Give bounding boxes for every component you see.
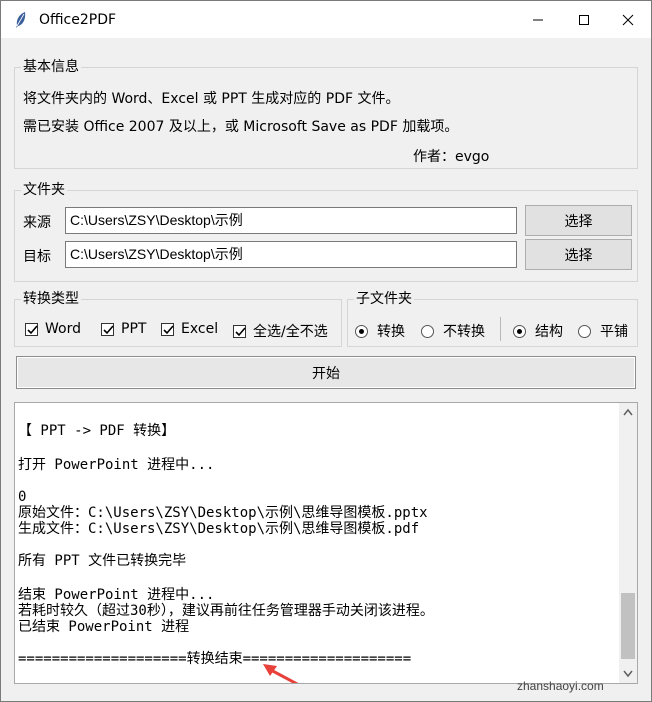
radio-indicator[interactable] (578, 324, 591, 338)
checkbox-box[interactable] (233, 324, 246, 338)
word-checkbox-label: Word (45, 321, 81, 337)
window-title: Office2PDF (39, 11, 117, 28)
log-line: 已结束 PowerPoint 进程 (18, 619, 190, 635)
select-all-checkbox[interactable]: 全选/全不选 (233, 321, 328, 341)
red-arrow-annotation (263, 664, 299, 683)
info-requirement-line: 需已安装 Office 2007 及以上，或 Microsoft Save as… (23, 119, 459, 135)
maximize-button[interactable] (561, 1, 607, 38)
radio-indicator[interactable] (421, 324, 434, 338)
target-browse-button[interactable]: 选择 (525, 239, 632, 270)
feather-icon (16, 11, 26, 28)
radio-indicator[interactable] (355, 324, 368, 338)
checkbox-box[interactable] (101, 322, 114, 336)
subfolder-convert-label: 转换 (377, 324, 405, 340)
subfolder-legend: 子文件夹 (356, 291, 412, 307)
excel-checkbox-label: Excel (181, 321, 219, 337)
checkmark-icon (235, 326, 246, 336)
convert-type-legend: 转换类型 (23, 291, 79, 307)
target-label: 目标 (23, 249, 51, 265)
log-text: 【 PPT -> PDF 转换】 打开 PowerPoint 进程中... 0 … (18, 403, 618, 667)
source-path-input[interactable]: C:\Users\ZSY\Desktop\示例 (65, 207, 517, 234)
layout-structure-radio[interactable]: 结构 (513, 321, 563, 341)
chevron-down-icon (623, 670, 633, 678)
log-output[interactable]: 【 PPT -> PDF 转换】 打开 PowerPoint 进程中... 0 … (14, 402, 638, 684)
log-line: ====================转换结束================… (18, 651, 412, 667)
checkmark-icon (163, 324, 174, 334)
maximize-icon (579, 14, 589, 25)
log-line: 所有 PPT 文件已转换完毕 (18, 553, 187, 569)
ppt-checkbox[interactable]: PPT (101, 321, 146, 337)
close-button[interactable] (605, 1, 651, 38)
checkmark-icon (103, 324, 114, 334)
log-line: 0 (18, 489, 27, 505)
log-line: 若耗时较久（超过30秒），建议再前往任务管理器手动关闭该进程。 (18, 603, 434, 619)
scroll-thumb[interactable] (621, 593, 635, 659)
watermark: zhanshaoyi.com (517, 679, 604, 693)
author-label: 作者：evgo (413, 149, 490, 165)
minimize-button[interactable] (515, 1, 561, 38)
scroll-up-button[interactable] (619, 403, 637, 421)
checkbox-box[interactable] (25, 322, 38, 336)
word-checkbox[interactable]: Word (25, 321, 81, 337)
layout-structure-label: 结构 (535, 324, 563, 340)
excel-checkbox[interactable]: Excel (161, 321, 218, 337)
subfolder-no-convert-label: 不转换 (443, 324, 485, 340)
minimize-icon (533, 19, 543, 20)
radio-group-divider (500, 317, 501, 341)
log-line: 打开 PowerPoint 进程中... (18, 457, 215, 473)
title-bar[interactable]: Office2PDF (1, 1, 651, 38)
subfolder-no-convert-radio[interactable]: 不转换 (421, 321, 485, 341)
info-description-line: 将文件夹内的 Word、Excel 或 PPT 生成对应的 PDF 文件。 (23, 91, 400, 107)
log-line: 结束 PowerPoint 进程中... (18, 587, 215, 603)
log-line: 原始文件：C:\Users\ZSY\Desktop\示例\思维导图模板.pptx (18, 505, 428, 521)
log-line: 【 PPT -> PDF 转换】 (18, 423, 176, 439)
subfolder-convert-radio[interactable]: 转换 (355, 321, 405, 341)
layout-flat-radio[interactable]: 平铺 (578, 321, 628, 341)
checkbox-box[interactable] (161, 322, 174, 336)
folder-legend: 文件夹 (23, 182, 65, 198)
source-label: 来源 (23, 215, 51, 231)
start-button[interactable]: 开始 (16, 356, 636, 389)
close-icon (622, 14, 634, 25)
ppt-checkbox-label: PPT (121, 321, 147, 337)
info-legend: 基本信息 (23, 59, 79, 75)
source-browse-button[interactable]: 选择 (525, 205, 632, 236)
layout-flat-label: 平铺 (600, 324, 628, 340)
info-group: 基本信息 (14, 59, 638, 169)
target-path-input[interactable]: C:\Users\ZSY\Desktop\示例 (65, 241, 517, 268)
scroll-down-button[interactable] (619, 665, 637, 683)
log-scrollbar[interactable] (619, 403, 637, 683)
radio-indicator[interactable] (513, 324, 526, 338)
chevron-up-icon (623, 408, 633, 416)
select-all-checkbox-label: 全选/全不选 (253, 324, 328, 340)
app-window: Office2PDF 基本信息 将文件夹内的 Word、Excel 或 PPT … (0, 0, 652, 702)
checkmark-icon (27, 324, 38, 334)
log-line: 生成文件：C:\Users\ZSY\Desktop\示例\思维导图模板.pdf (18, 521, 420, 537)
